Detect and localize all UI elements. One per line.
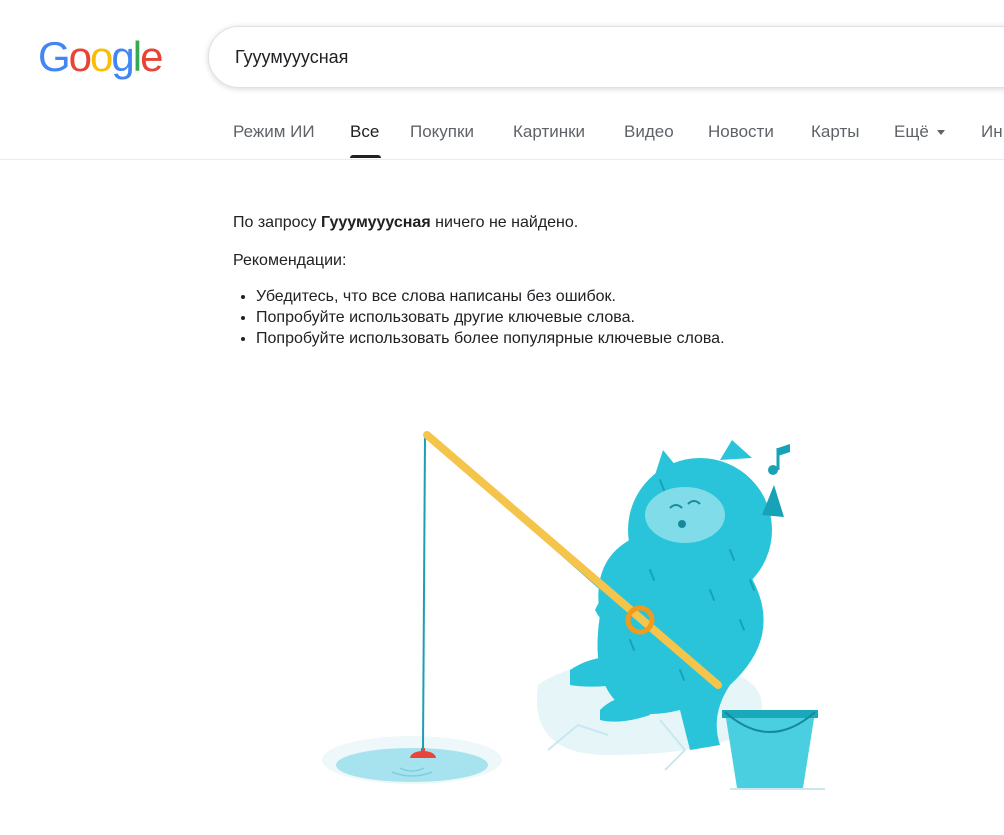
tab-tools[interactable]: Ин [981,122,1003,142]
tab-all[interactable]: Все [350,122,379,142]
tab-shopping[interactable]: Покупки [410,122,474,142]
yeti-face [645,487,725,543]
bucket-icon [725,712,815,788]
recommendations-title: Рекомендации: [233,252,347,269]
active-tab-indicator [350,155,381,158]
ice-hole-water [336,748,488,782]
tab-maps[interactable]: Карты [811,122,859,142]
recommendation-item: Попробуйте использовать другие ключевые … [256,307,933,328]
message-suffix: ничего не найдено. [435,214,579,231]
search-box[interactable] [208,26,1004,88]
logo-letter: l [132,33,142,80]
logo-letter: o [68,33,92,80]
no-results-panel: По запросу Гууумууусная ничего не найден… [233,212,933,349]
bucket-rim [722,710,818,718]
recommendation-item: Убедитесь, что все слова написаны без ош… [256,286,933,307]
tab-news[interactable]: Новости [708,122,774,142]
message-prefix: По запросу [233,214,317,231]
tab-images[interactable]: Картинки [513,122,585,142]
music-note-icon [768,444,790,475]
search-tabs: Режим ИИ Все Покупки Картинки Видео Ново… [0,108,1004,160]
fishing-line [422,434,426,751]
logo-letter: g [111,33,134,80]
yeti-mouth [678,520,686,528]
logo-letter: o [90,33,113,80]
logo-letter: e [140,33,163,80]
google-logo[interactable]: Google [38,33,163,80]
tab-ai-mode[interactable]: Режим ИИ [233,122,315,142]
tab-more-label: Ещё [894,122,929,141]
recommendation-item: Попробуйте использовать более популярные… [256,328,933,349]
fishing-yeti-illustration [322,431,825,790]
tab-more[interactable]: Ещё [894,122,945,142]
query-text: Гууумууусная [321,214,431,231]
logo-letter: G [38,33,71,80]
yeti-leg-left [570,656,640,687]
search-input[interactable] [235,27,935,87]
no-results-message: По запросу Гууумууусная ничего не найден… [233,212,933,234]
recommendations-list: Убедитесь, что все слова написаны без ош… [233,286,933,349]
tab-videos[interactable]: Видео [624,122,674,142]
yeti-tuft [720,440,752,460]
caret-down-icon [936,130,945,136]
